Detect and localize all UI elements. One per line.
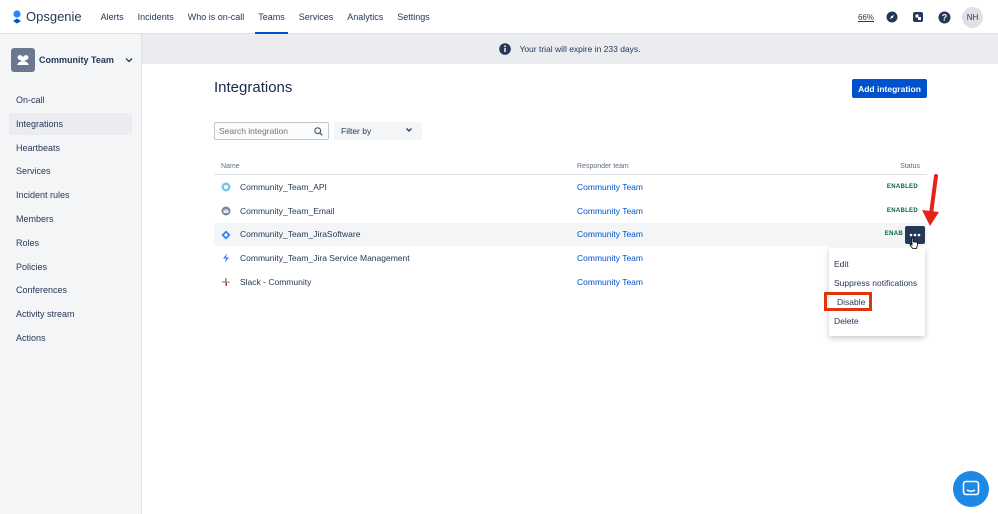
- sidebar: Community Team On-call Integrations Hear…: [0, 34, 142, 514]
- trial-banner-text: Your trial will expire in 233 days.: [519, 44, 641, 54]
- chat-launcher-button[interactable]: [953, 471, 989, 507]
- sidebar-item-heartbeats[interactable]: Heartbeats: [9, 137, 132, 159]
- nav-services[interactable]: Services: [292, 0, 341, 34]
- menu-item-edit[interactable]: Edit: [829, 254, 925, 273]
- sidebar-item-actions[interactable]: Actions: [9, 327, 132, 349]
- nav-teams[interactable]: Teams: [251, 0, 292, 34]
- integration-name[interactable]: Community_Team_API: [240, 182, 327, 192]
- logo-text: Opsgenie: [26, 9, 82, 24]
- integration-name[interactable]: Community_Team_Email: [240, 206, 334, 216]
- nav-settings[interactable]: Settings: [390, 0, 437, 34]
- table-row[interactable]: Community_Team_JiraSoftware Community Te…: [214, 222, 927, 247]
- jira-software-icon: [221, 230, 231, 240]
- search-icon[interactable]: [314, 126, 323, 136]
- integration-name[interactable]: Slack - Community: [240, 277, 311, 287]
- row-actions-menu: Edit Suppress notifications Disable Dele…: [824, 248, 925, 336]
- integration-name[interactable]: Community_Team_Jira Service Management: [240, 253, 410, 263]
- search-box[interactable]: [214, 122, 329, 140]
- integration-name[interactable]: Community_Team_JiraSoftware: [240, 229, 360, 239]
- page-title: Integrations: [214, 79, 293, 96]
- email-icon: [221, 206, 231, 216]
- opsgenie-logo-icon: [13, 9, 21, 23]
- trial-banner: Your trial will expire in 233 days.: [142, 34, 998, 64]
- main-content: Integrations Add integration Filter by N…: [142, 64, 998, 514]
- sidebar-item-members[interactable]: Members: [9, 208, 132, 230]
- sidebar-item-roles[interactable]: Roles: [9, 232, 132, 254]
- filter-label: Filter by: [341, 126, 372, 136]
- top-navigation: Opsgenie Alerts Incidents Who is on-call…: [0, 0, 998, 34]
- sidebar-item-services[interactable]: Services: [9, 160, 132, 182]
- progress-percent[interactable]: 66%: [858, 13, 874, 22]
- more-horizontal-icon: [909, 233, 921, 236]
- team-switcher[interactable]: Community Team: [11, 47, 141, 73]
- sidebar-item-integrations[interactable]: Integrations: [9, 112, 132, 135]
- team-avatar: [11, 48, 35, 72]
- column-header-status[interactable]: Status: [900, 163, 920, 170]
- nav-incidents[interactable]: Incidents: [131, 0, 181, 34]
- sidebar-item-on-call[interactable]: On-call: [9, 89, 132, 111]
- menu-item-delete[interactable]: Delete: [829, 311, 925, 330]
- compass-icon[interactable]: [884, 9, 900, 25]
- add-integration-button[interactable]: Add integration: [852, 79, 927, 98]
- sidebar-item-activity-stream[interactable]: Activity stream: [9, 303, 132, 325]
- sidebar-item-policies[interactable]: Policies: [9, 256, 132, 278]
- responder-team-link[interactable]: Community Team: [577, 182, 643, 192]
- nav-analytics[interactable]: Analytics: [340, 0, 390, 34]
- table-row[interactable]: Slack - Community Community Team: [214, 270, 927, 294]
- sidebar-item-conferences[interactable]: Conferences: [9, 279, 132, 301]
- chevron-down-icon[interactable]: [125, 57, 133, 63]
- annotation-arrow-icon: [922, 174, 939, 226]
- team-icon: [17, 55, 29, 65]
- table-header: Name Responder team Status: [214, 158, 927, 175]
- column-header-name[interactable]: Name: [221, 163, 240, 170]
- table-row[interactable]: Community_Team_API Community Team ENABLE…: [214, 175, 927, 199]
- cursor-icon: [909, 237, 918, 249]
- column-header-team[interactable]: Responder team: [577, 163, 629, 170]
- nav-alerts[interactable]: Alerts: [94, 0, 131, 34]
- nav-who-is-on-call[interactable]: Who is on-call: [181, 0, 252, 34]
- team-name: Community Team: [39, 55, 114, 65]
- chat-icon: [962, 480, 980, 496]
- menu-item-disable[interactable]: Disable: [824, 292, 872, 311]
- responder-team-link[interactable]: Community Team: [577, 206, 643, 216]
- jira-service-management-icon: [223, 253, 229, 263]
- info-icon: [499, 43, 512, 55]
- user-avatar[interactable]: NH: [962, 6, 983, 28]
- help-icon[interactable]: ?: [936, 9, 952, 25]
- responder-team-link[interactable]: Community Team: [577, 277, 643, 287]
- integrations-table: Name Responder team Status Community_Tea…: [214, 158, 927, 294]
- slack-icon: [222, 278, 230, 287]
- svg-text:?: ?: [941, 12, 947, 22]
- search-input[interactable]: [219, 126, 314, 136]
- status-badge: ENAB: [884, 231, 903, 238]
- menu-item-suppress-notifications[interactable]: Suppress notifications: [829, 273, 925, 292]
- table-row[interactable]: Community_Team_Jira Service Management C…: [214, 246, 927, 270]
- table-row[interactable]: Community_Team_Email Community Team ENAB…: [214, 199, 927, 223]
- filter-dropdown[interactable]: Filter by: [334, 122, 422, 140]
- responder-team-link[interactable]: Community Team: [577, 253, 643, 263]
- apps-icon[interactable]: [910, 9, 926, 25]
- sidebar-item-incident-rules[interactable]: Incident rules: [9, 184, 132, 206]
- opsgenie-logo[interactable]: Opsgenie: [12, 9, 82, 24]
- responder-team-link[interactable]: Community Team: [577, 229, 643, 239]
- api-icon: [221, 182, 231, 192]
- chevron-down-icon: [406, 128, 412, 132]
